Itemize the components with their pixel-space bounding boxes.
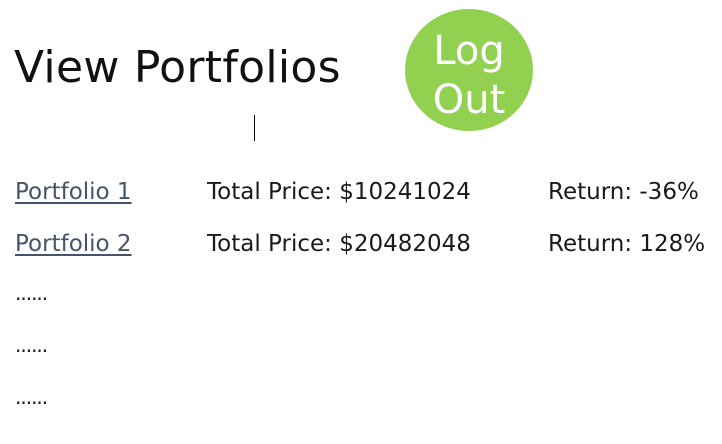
logout-button[interactable]: Log Out xyxy=(405,9,533,131)
portfolio-link-2[interactable]: Portfolio 2 xyxy=(15,227,132,261)
portfolio-row: Portfolio 2 Total Price: $20482048 Retur… xyxy=(0,227,722,261)
view-portfolios-page: View Portfolios Log Out Portfolio 1 Tota… xyxy=(0,0,722,444)
more-rows-placeholder: ...... xyxy=(15,333,48,357)
return-value: Return: 128% xyxy=(548,231,706,257)
page-title: View Portfolios xyxy=(14,42,341,93)
return-value: Return: -36% xyxy=(548,179,699,205)
more-rows-placeholder: ...... xyxy=(15,281,48,305)
portfolio-link-1[interactable]: Portfolio 1 xyxy=(15,175,132,209)
text-cursor xyxy=(254,115,255,141)
more-rows-placeholder: ...... xyxy=(15,385,48,409)
logout-label-line2: Out xyxy=(432,77,506,123)
total-price: Total Price: $20482048 xyxy=(207,231,471,257)
portfolio-row: Portfolio 1 Total Price: $10241024 Retur… xyxy=(0,175,722,209)
logout-label-line1: Log xyxy=(433,28,505,74)
total-price: Total Price: $10241024 xyxy=(207,179,471,205)
